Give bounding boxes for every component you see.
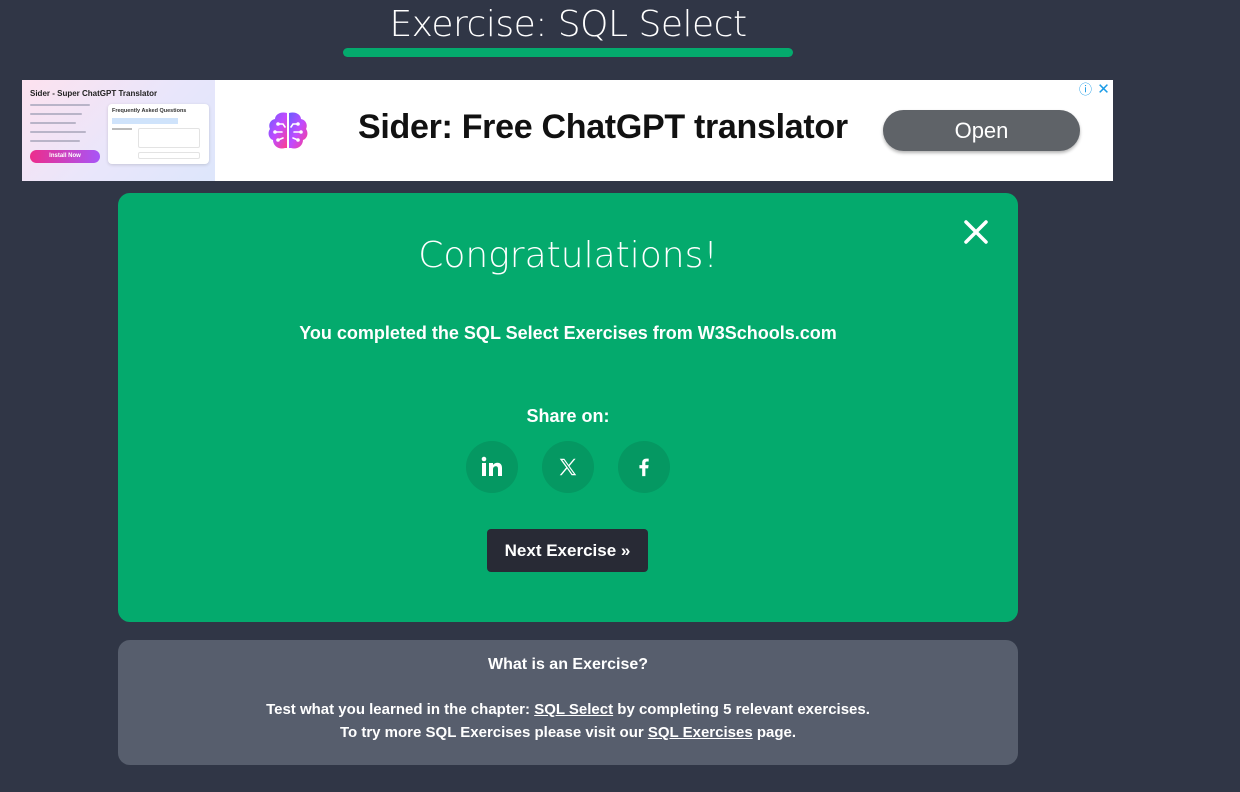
info-line-more: To try more SQL Exercises please visit o… bbox=[118, 724, 1018, 741]
share-label: Share on: bbox=[526, 406, 610, 426]
exercise-info-box: What is an Exercise? Test what you learn… bbox=[118, 640, 1018, 765]
sql-exercises-link[interactable]: SQL Exercises bbox=[648, 724, 753, 741]
ad-thumbnail-text-line bbox=[30, 140, 80, 142]
page-title: Exercise: SQL Select bbox=[389, 4, 747, 45]
ad-thumbnail-card-title: Frequently Asked Questions bbox=[112, 108, 187, 114]
ad-thumbnail-card: Frequently Asked Questions bbox=[108, 104, 209, 164]
advertisement-banner[interactable]: Sider - Super ChatGPT Translator Install… bbox=[22, 80, 1113, 181]
title-underline bbox=[343, 48, 793, 57]
ad-thumbnail-text-line bbox=[30, 104, 90, 106]
completion-message: You completed the SQL Select Exercises f… bbox=[299, 323, 837, 343]
info-text: page. bbox=[752, 724, 797, 741]
ad-thumbnail-text-line bbox=[112, 128, 132, 130]
ad-open-button[interactable]: Open bbox=[883, 110, 1080, 151]
ad-thumbnail-text-line bbox=[30, 131, 86, 133]
share-facebook-button[interactable] bbox=[618, 441, 670, 493]
ad-thumbnail-panel bbox=[138, 128, 200, 148]
next-exercise-button[interactable]: Next Exercise » bbox=[487, 529, 648, 572]
close-icon[interactable]: ✕ bbox=[1095, 81, 1112, 98]
ad-thumbnail-input bbox=[138, 152, 200, 159]
ad-thumbnail-highlight bbox=[112, 118, 178, 124]
ad-install-button[interactable]: Install Now bbox=[30, 150, 100, 163]
facebook-icon bbox=[639, 458, 649, 477]
sql-select-link[interactable]: SQL Select bbox=[534, 701, 613, 718]
linkedin-icon bbox=[481, 456, 502, 476]
share-linkedin-button[interactable] bbox=[466, 441, 518, 493]
ad-thumbnail-text-line bbox=[30, 122, 76, 124]
info-text: Test what you learned in the chapter: bbox=[266, 701, 535, 718]
ad-thumbnail-text-line bbox=[30, 113, 82, 115]
info-icon[interactable]: ⓘ bbox=[1077, 81, 1094, 98]
info-line-chapter: Test what you learned in the chapter: SQ… bbox=[118, 701, 1018, 718]
ad-thumbnail[interactable]: Sider - Super ChatGPT Translator Install… bbox=[22, 80, 215, 181]
info-title: What is an Exercise? bbox=[487, 656, 649, 673]
congratulations-heading: Congratulations! bbox=[418, 235, 718, 276]
congratulations-card: Congratulations! You completed the SQL S… bbox=[118, 193, 1018, 622]
brain-icon bbox=[268, 112, 308, 149]
x-icon bbox=[559, 458, 577, 476]
ad-headline[interactable]: Sider: Free ChatGPT translator bbox=[358, 108, 848, 147]
info-text: To try more SQL Exercises please visit o… bbox=[339, 724, 648, 741]
share-x-button[interactable] bbox=[542, 441, 594, 493]
ad-thumbnail-title: Sider - Super ChatGPT Translator bbox=[30, 89, 158, 98]
info-text: by completing 5 relevant exercises. bbox=[613, 701, 870, 718]
